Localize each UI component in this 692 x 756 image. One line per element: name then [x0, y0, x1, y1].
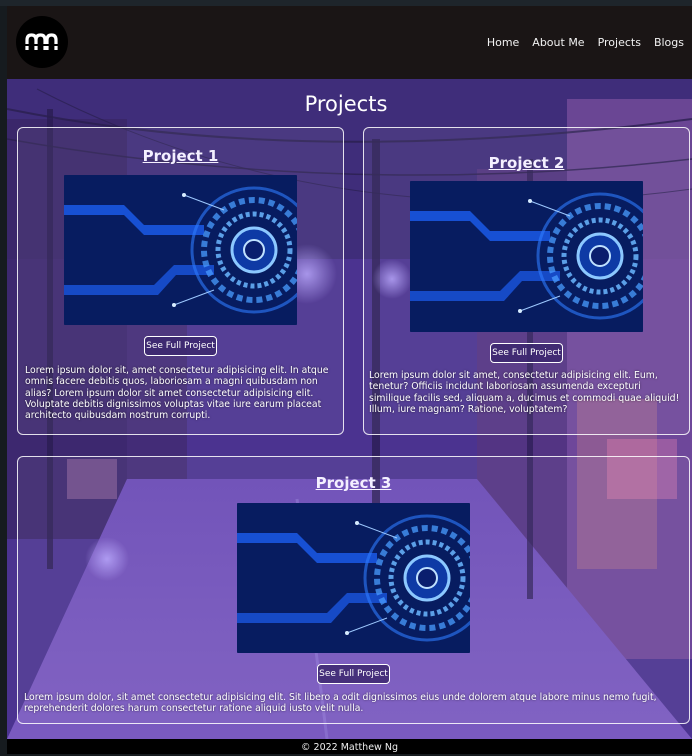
nav-about-link[interactable]: About Me	[532, 36, 584, 49]
project-image[interactable]	[237, 503, 470, 653]
nav-blogs-link[interactable]: Blogs	[654, 36, 684, 49]
project-image[interactable]	[64, 175, 297, 325]
nav-home-link[interactable]: Home	[487, 36, 519, 49]
project-card-2: Project 2 See Full Project Lorem ipsum d…	[363, 127, 690, 435]
see-full-project-button[interactable]: See Full Project	[317, 664, 390, 684]
tech-circuit-image	[410, 181, 643, 332]
see-full-project-button[interactable]: See Full Project	[144, 336, 217, 356]
project-card-3: Project 3 See Full Project Lorem ipsum d…	[17, 456, 690, 724]
project-description: Lorem ipsum dolor sit, amet consectetur …	[25, 365, 329, 422]
nav-links: Home About Me Projects Blogs	[487, 36, 684, 49]
project-description: Lorem ipsum dolor sit amet, consectetur …	[369, 370, 680, 415]
project-title[interactable]: Project 1	[18, 147, 343, 165]
tech-circuit-image	[237, 503, 470, 653]
see-full-project-button[interactable]: See Full Project	[490, 343, 563, 363]
navbar: Home About Me Projects Blogs	[7, 6, 692, 79]
project-description: Lorem ipsum dolor, sit amet consectetur …	[24, 692, 657, 715]
site-logo[interactable]	[16, 16, 68, 68]
project-title[interactable]: Project 3	[18, 474, 689, 492]
project-title[interactable]: Project 2	[364, 154, 689, 172]
tech-circuit-image	[64, 175, 297, 325]
page-title: Projects	[304, 92, 388, 116]
project-card-1: Project 1 See Full Project Lorem ipsum d…	[17, 127, 344, 435]
logo-mark-icon	[25, 33, 59, 50]
nav-projects-link[interactable]: Projects	[598, 36, 641, 49]
project-image[interactable]	[410, 181, 643, 332]
footer: © 2022 Matthew Ng	[7, 739, 692, 754]
